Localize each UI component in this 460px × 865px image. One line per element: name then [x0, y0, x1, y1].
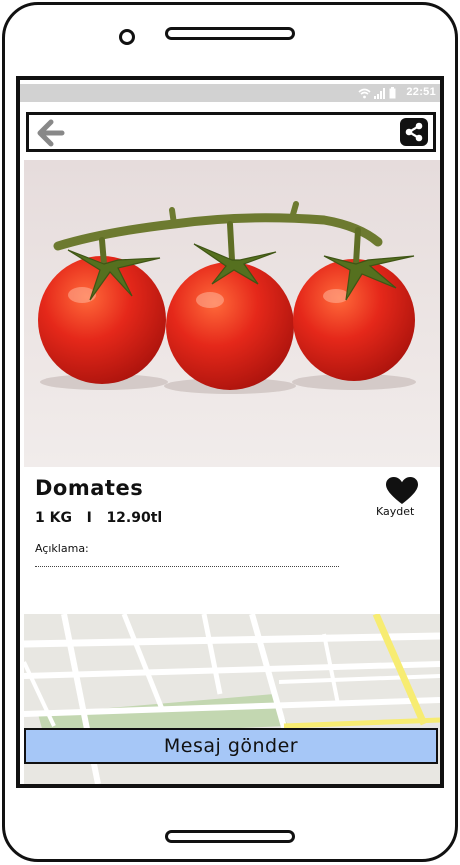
save-favorite-label[interactable]: Kaydet	[376, 505, 414, 518]
product-meta: 1 KG I 12.90tl	[35, 510, 162, 526]
status-bar: 22:51	[20, 84, 440, 102]
home-button[interactable]	[165, 830, 295, 843]
meta-separator: I	[86, 510, 92, 526]
wifi-icon	[358, 88, 371, 98]
product-photo	[24, 160, 440, 467]
earpiece-speaker	[165, 27, 295, 40]
tomato-middle	[166, 262, 294, 390]
share-icon	[405, 122, 423, 142]
front-camera	[119, 29, 135, 45]
product-price: 12.90tl	[106, 510, 163, 526]
share-button[interactable]	[400, 118, 428, 146]
arrow-left-icon	[37, 119, 65, 147]
signal-icon	[374, 87, 385, 99]
status-icons	[358, 87, 396, 99]
description-underline	[35, 566, 339, 567]
description-label: Açıklama:	[35, 542, 89, 555]
send-message-button[interactable]: Mesaj gönder	[24, 728, 438, 764]
battery-icon	[389, 87, 396, 99]
heart-icon	[386, 477, 418, 504]
status-time: 22:51	[406, 86, 436, 98]
save-favorite-button[interactable]	[385, 476, 419, 506]
back-button[interactable]	[35, 118, 65, 148]
app-screen: 22:51 Domates 1 KG I 12.90tl Kaydet Açık…	[16, 76, 444, 788]
product-quantity: 1 KG	[35, 510, 72, 526]
product-title: Domates	[35, 476, 144, 500]
top-bar	[26, 112, 436, 152]
